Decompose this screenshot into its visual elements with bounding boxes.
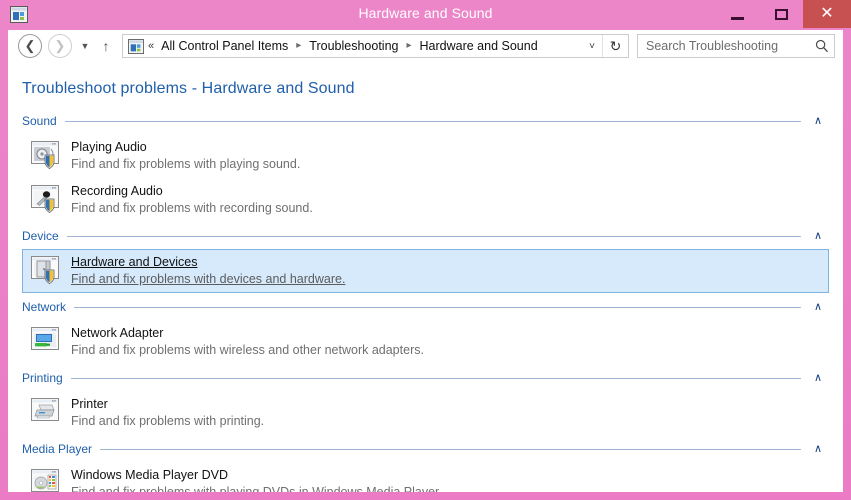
section-items: Printer Find and fix problems with printi… bbox=[8, 387, 843, 439]
playing-audio-icon bbox=[31, 140, 63, 170]
minimize-button[interactable] bbox=[715, 0, 759, 28]
troubleshooter-item-text: Hardware and Devices Find and fix problem… bbox=[71, 254, 345, 288]
troubleshooter-item[interactable]: Printer Find and fix problems with printi… bbox=[22, 391, 829, 435]
troubleshooter-item[interactable]: Recording Audio Find and fix problems wit… bbox=[22, 178, 829, 222]
close-icon: ✕ bbox=[820, 5, 834, 22]
section-title: Network bbox=[22, 300, 67, 314]
chevron-down-icon[interactable]: ˅ bbox=[582, 35, 602, 57]
troubleshooter-item-title[interactable]: Hardware and Devices bbox=[71, 254, 345, 271]
chevron-up-icon[interactable]: ∧ bbox=[807, 372, 829, 384]
troubleshooter-item[interactable]: Windows Media Player DVD Find and fix pro… bbox=[22, 462, 829, 492]
troubleshooter-item-text: Printer Find and fix problems with printi… bbox=[71, 396, 264, 430]
chevron-right-icon: ▸ bbox=[296, 40, 302, 51]
section-printing: Printing ∧ Printer Find and fix problems wi… bbox=[8, 369, 843, 439]
media-player-dvd-icon bbox=[31, 468, 63, 492]
search-icon[interactable] bbox=[810, 39, 834, 53]
chevron-up-icon[interactable]: ∧ bbox=[807, 115, 829, 127]
close-button[interactable]: ✕ bbox=[803, 0, 851, 28]
breadcrumb-item-troubleshooting[interactable]: Troubleshooting bbox=[308, 39, 399, 53]
section-divider bbox=[64, 120, 801, 122]
section-items: Network Adapter Find and fix problems wit… bbox=[8, 316, 843, 368]
control-panel-icon bbox=[128, 38, 144, 54]
forward-button[interactable]: ❯ bbox=[48, 34, 72, 58]
search-box[interactable]: Search Troubleshooting bbox=[637, 34, 835, 58]
refresh-icon[interactable]: ↻ bbox=[602, 35, 628, 57]
search-input[interactable]: Search Troubleshooting bbox=[638, 39, 810, 53]
troubleshooter-item-text: Windows Media Player DVD Find and fix pro… bbox=[71, 467, 442, 492]
chevron-up-icon[interactable]: ∧ bbox=[807, 230, 829, 242]
section-title: Device bbox=[22, 229, 59, 243]
troubleshooter-item-description: Find and fix problems with recording sou… bbox=[71, 201, 313, 215]
troubleshooter-item-text: Network Adapter Find and fix problems wit… bbox=[71, 325, 424, 359]
breadcrumb-item-hardware-and-sound[interactable]: Hardware and Sound bbox=[419, 39, 539, 53]
section-network: Network ∧ Network Adapter Find and fix prob… bbox=[8, 298, 843, 368]
troubleshooter-item-description: Find and fix problems with playing DVDs … bbox=[71, 485, 442, 492]
network-adapter-icon bbox=[31, 326, 63, 356]
content-pane: Troubleshoot problems - Hardware and Sou… bbox=[8, 62, 843, 492]
troubleshooter-item-description: Find and fix problems with playing sound… bbox=[71, 157, 301, 171]
section-title: Media Player bbox=[22, 442, 93, 456]
breadcrumb-item-all-control-panel-items[interactable]: All Control Panel Items bbox=[160, 39, 289, 53]
section-items: Playing Audio Find and fix problems with … bbox=[8, 130, 843, 226]
section-title: Sound bbox=[22, 114, 57, 128]
troubleshooter-item-title[interactable]: Windows Media Player DVD bbox=[71, 467, 442, 484]
maximize-button[interactable] bbox=[759, 0, 803, 28]
troubleshooter-item-description: Find and fix problems with wireless and … bbox=[71, 343, 424, 357]
troubleshooter-item-description: Find and fix problems with printing. bbox=[71, 414, 265, 428]
section-title: Printing bbox=[22, 371, 63, 385]
section-header[interactable]: Network ∧ bbox=[8, 298, 843, 316]
troubleshooter-item[interactable]: Playing Audio Find and fix problems with … bbox=[22, 134, 829, 178]
section-header[interactable]: Device ∧ bbox=[8, 227, 843, 245]
breadcrumb-bar[interactable]: « All Control Panel Items ▸ Troubleshoot… bbox=[122, 34, 629, 58]
section-header[interactable]: Media Player ∧ bbox=[8, 440, 843, 458]
troubleshooter-section-list: Sound ∧ Playing Audio Find and fix problems… bbox=[8, 98, 843, 492]
section-divider bbox=[66, 235, 801, 237]
troubleshooter-item-title[interactable]: Recording Audio bbox=[71, 183, 313, 200]
section-device: Device ∧ Hardware and Devices Find and fix … bbox=[8, 227, 843, 297]
back-button[interactable]: ❮ bbox=[18, 34, 42, 58]
section-items: Hardware and Devices Find and fix problem… bbox=[8, 245, 843, 297]
section-items: Windows Media Player DVD Find and fix pro… bbox=[8, 458, 843, 492]
printer-icon bbox=[31, 397, 63, 427]
troubleshooter-item-title[interactable]: Printer bbox=[71, 396, 264, 413]
section-media-player: Media Player ∧ Windows Media Player DVD Fin… bbox=[8, 440, 843, 492]
recent-locations-button[interactable]: ▼ bbox=[76, 34, 94, 58]
chevron-right-icon: ▸ bbox=[406, 40, 412, 51]
window-frame: Hardware and Sound ✕ ❮ ❯ ▼ ↑ « All Contr… bbox=[0, 0, 851, 500]
section-sound: Sound ∧ Playing Audio Find and fix problems… bbox=[8, 112, 843, 226]
troubleshooter-item-title[interactable]: Network Adapter bbox=[71, 325, 424, 342]
chevron-up-icon[interactable]: ∧ bbox=[807, 301, 829, 313]
section-divider bbox=[100, 448, 801, 450]
section-divider bbox=[74, 306, 801, 308]
recording-audio-icon bbox=[31, 184, 63, 214]
section-header[interactable]: Printing ∧ bbox=[8, 369, 843, 387]
troubleshooter-item[interactable]: Network Adapter Find and fix problems wit… bbox=[22, 320, 829, 364]
troubleshooter-item-text: Recording Audio Find and fix problems wit… bbox=[71, 183, 313, 217]
up-button[interactable]: ↑ bbox=[96, 34, 116, 58]
troubleshooter-item[interactable]: Hardware and Devices Find and fix problem… bbox=[22, 249, 829, 293]
caption-button-group: ✕ bbox=[715, 0, 851, 28]
hardware-devices-icon bbox=[31, 255, 63, 285]
section-header[interactable]: Sound ∧ bbox=[8, 112, 843, 130]
troubleshooter-item-description: Find and fix problems with devices and h… bbox=[71, 272, 346, 286]
section-divider bbox=[70, 377, 801, 379]
title-bar: Hardware and Sound ✕ bbox=[0, 0, 851, 30]
troubleshooter-item-title[interactable]: Playing Audio bbox=[71, 139, 300, 156]
page-title: Troubleshoot problems - Hardware and Sou… bbox=[22, 80, 355, 97]
navigation-bar: ❮ ❯ ▼ ↑ « All Control Panel Items ▸ Trou… bbox=[8, 30, 843, 62]
breadcrumb-overflow-icon[interactable]: « bbox=[148, 40, 154, 52]
troubleshooter-item-text: Playing Audio Find and fix problems with … bbox=[71, 139, 300, 173]
chevron-up-icon[interactable]: ∧ bbox=[807, 443, 829, 455]
